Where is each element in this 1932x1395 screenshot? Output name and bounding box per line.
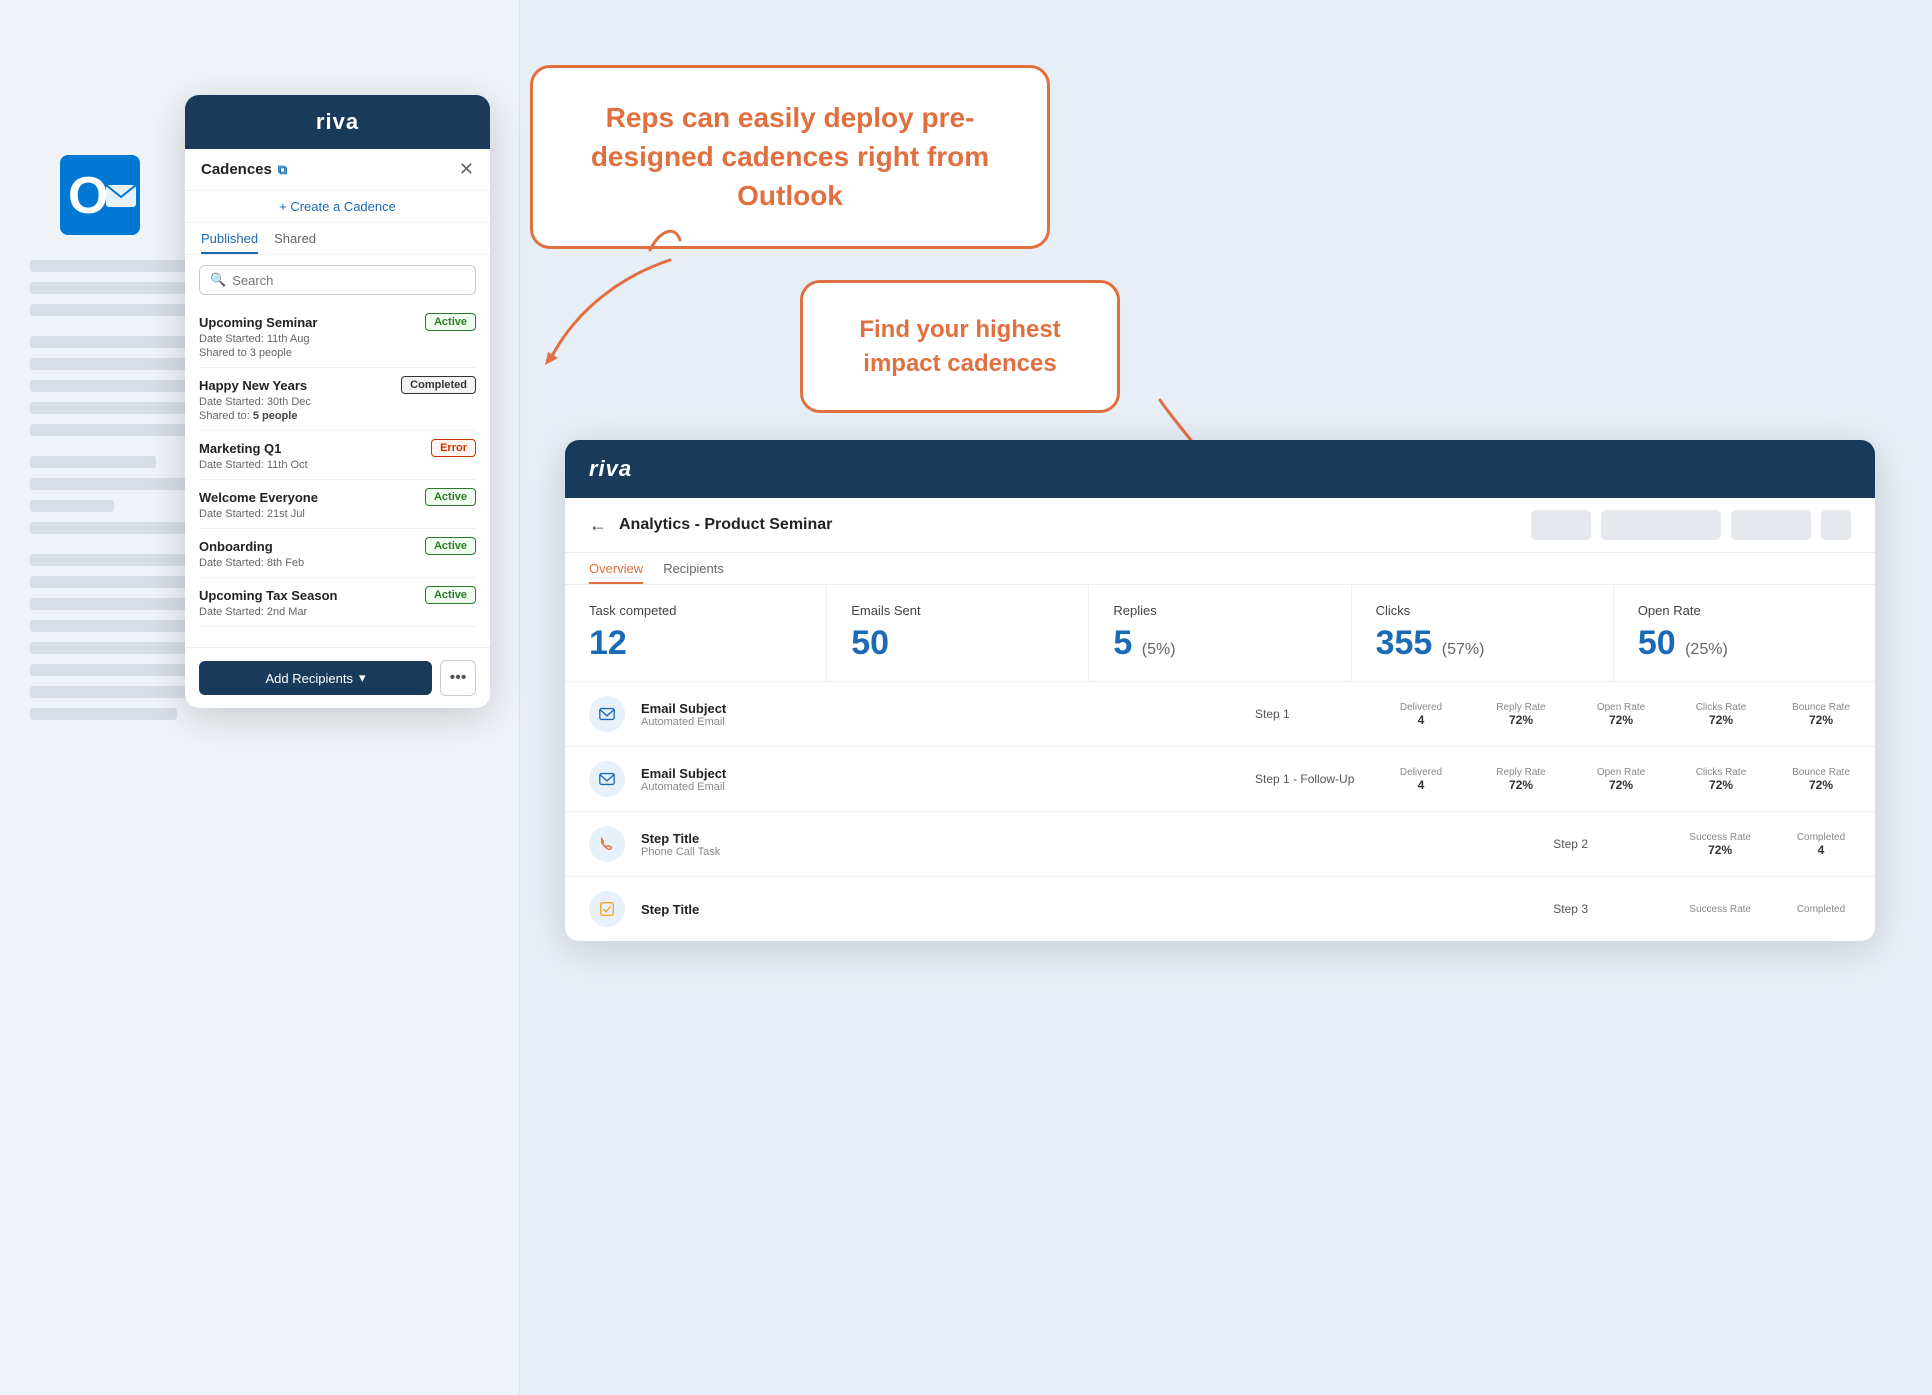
nav-btn-2[interactable] — [1601, 510, 1721, 540]
analytics-title: Analytics - Product Seminar — [619, 516, 1519, 534]
tab-shared[interactable]: Shared — [274, 223, 316, 254]
nav-btn-3[interactable] — [1731, 510, 1811, 540]
tab-overview[interactable]: Overview — [589, 553, 643, 584]
cadence-item-welcome-everyone[interactable]: Welcome Everyone Active Date Started: 21… — [199, 480, 476, 529]
svg-text:O: O — [68, 167, 108, 225]
search-input[interactable] — [232, 273, 465, 288]
panel-footer: Add Recipients ▾ ••• — [185, 647, 490, 708]
analytics-tabs: Overview Recipients — [565, 553, 1875, 585]
tab-recipients[interactable]: Recipients — [663, 553, 724, 584]
row-stats-1: Delivered 4 Reply Rate 72% Open Rate 72%… — [1391, 702, 1851, 727]
callout-top-text: Reps can easily deploy pre-designed cade… — [591, 102, 989, 211]
badge-completed: Completed — [401, 376, 476, 394]
tab-published[interactable]: Published — [201, 223, 258, 254]
stat-clicks: Clicks 355 (57%) — [1352, 585, 1614, 681]
cadence-list: Upcoming Seminar Active Date Started: 11… — [185, 305, 490, 627]
search-icon: 🔍 — [210, 272, 226, 288]
back-button[interactable]: ← — [589, 515, 607, 536]
stat-replies: Replies 5 (5%) — [1089, 585, 1351, 681]
table-row-3[interactable]: Step Title Phone Call Task Step 2 Succes… — [565, 812, 1875, 877]
panel-subheader: Cadences ⧉ ✕ — [185, 149, 490, 191]
external-link-icon[interactable]: ⧉ — [278, 162, 287, 178]
row-info-1: Email Subject Automated Email — [641, 701, 1239, 728]
cadence-item-onboarding[interactable]: Onboarding Active Date Started: 8th Feb — [199, 529, 476, 578]
analytics-panel: riva ← Analytics - Product Seminar Overv… — [565, 440, 1875, 941]
table-row-2[interactable]: Email Subject Automated Email Step 1 - F… — [565, 747, 1875, 812]
email-icon-1 — [589, 696, 625, 732]
riva-panel: riva Cadences ⧉ ✕ + Create a Cadence Pub… — [185, 95, 490, 708]
badge-active: Active — [425, 313, 476, 331]
create-cadence-button[interactable]: + Create a Cadence — [185, 191, 490, 223]
row-info-4: Step Title — [641, 902, 1537, 917]
row-stats-3: Success Rate 72% Completed 4 — [1689, 832, 1851, 857]
phone-icon — [589, 826, 625, 862]
cadence-item-happy-new-years[interactable]: Happy New Years Completed Date Started: … — [199, 368, 476, 431]
panel-title: Cadences ⧉ — [201, 161, 287, 178]
callout-bottom: Find your highest impact cadences — [800, 280, 1120, 413]
badge-error: Error — [431, 439, 476, 457]
nav-buttons — [1531, 510, 1851, 540]
add-recipients-button[interactable]: Add Recipients ▾ — [199, 661, 432, 695]
badge-active-4: Active — [425, 586, 476, 604]
task-icon — [589, 891, 625, 927]
close-icon[interactable]: ✕ — [459, 159, 474, 180]
analytics-logo: riva — [589, 456, 1851, 482]
search-box: 🔍 — [199, 265, 476, 295]
table-row-4[interactable]: Step Title Step 3 Success Rate Completed — [565, 877, 1875, 941]
outlook-icon: O — [60, 155, 140, 235]
dropdown-icon: ▾ — [359, 670, 366, 686]
analytics-table: Email Subject Automated Email Step 1 Del… — [565, 682, 1875, 941]
cadence-tabs: Published Shared — [185, 223, 490, 255]
stat-open-rate: Open Rate 50 (25%) — [1614, 585, 1875, 681]
row-stats-2: Delivered 4 Reply Rate 72% Open Rate 72%… — [1391, 767, 1851, 792]
row-info-3: Step Title Phone Call Task — [641, 831, 1537, 858]
stats-row: Task competed 12 Emails Sent 50 Replies … — [565, 585, 1875, 682]
cadence-item-marketing-q1[interactable]: Marketing Q1 Error Date Started: 11th Oc… — [199, 431, 476, 480]
cadence-item-upcoming-tax[interactable]: Upcoming Tax Season Active Date Started:… — [199, 578, 476, 627]
email-icon-2 — [589, 761, 625, 797]
panel-header: riva — [185, 95, 490, 149]
analytics-nav: ← Analytics - Product Seminar — [565, 498, 1875, 553]
cadence-item-upcoming-seminar[interactable]: Upcoming Seminar Active Date Started: 11… — [199, 305, 476, 368]
callout-bottom-text: Find your highest impact cadences — [859, 316, 1060, 377]
nav-btn-4[interactable] — [1821, 510, 1851, 540]
stat-task-competed: Task competed 12 — [565, 585, 827, 681]
more-options-button[interactable]: ••• — [440, 660, 476, 696]
stat-emails-sent: Emails Sent 50 — [827, 585, 1089, 681]
badge-active-3: Active — [425, 537, 476, 555]
callout-top: Reps can easily deploy pre-designed cade… — [530, 65, 1050, 249]
nav-btn-1[interactable] — [1531, 510, 1591, 540]
row-info-2: Email Subject Automated Email — [641, 766, 1239, 793]
table-row-1[interactable]: Email Subject Automated Email Step 1 Del… — [565, 682, 1875, 747]
row-stats-4: Success Rate Completed — [1689, 904, 1851, 915]
riva-logo: riva — [205, 109, 470, 135]
badge-active-2: Active — [425, 488, 476, 506]
analytics-header: riva — [565, 440, 1875, 498]
